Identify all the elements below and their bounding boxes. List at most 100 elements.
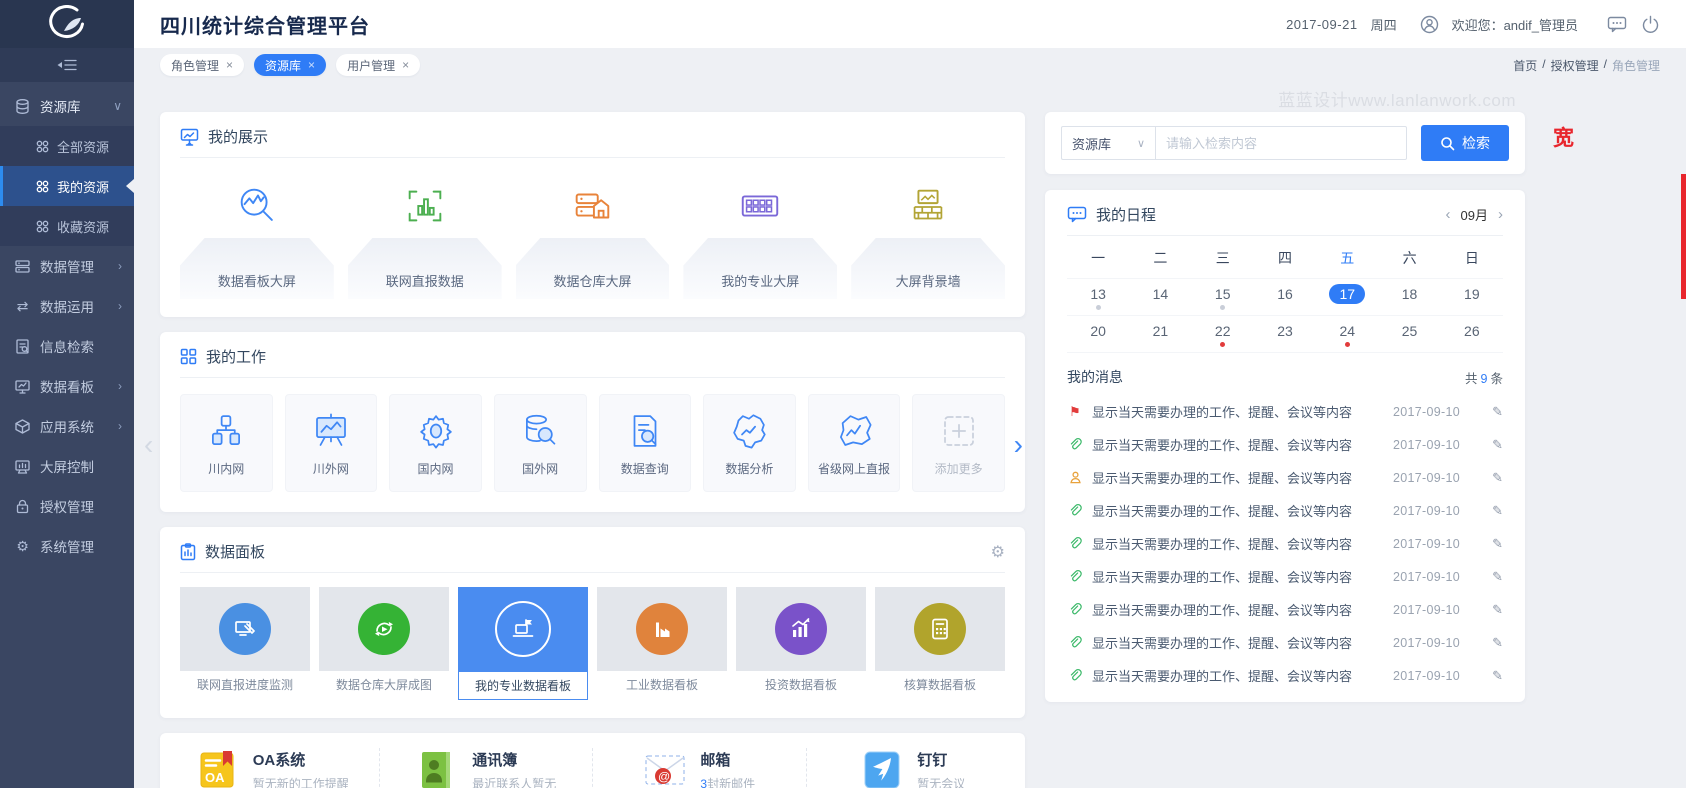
sidebar-item-authorization[interactable]: 授权管理 — [0, 486, 134, 526]
message-row[interactable]: 显示当天需要办理的工作、提醒、会议等内容 2017-09-10 ✎ — [1067, 593, 1503, 626]
sync-play-icon — [358, 603, 410, 655]
sidebar-item-data-application[interactable]: ⇄ 数据运用 › — [0, 286, 134, 326]
calendar-day[interactable]: 13 — [1067, 279, 1129, 315]
page-title: 四川统计综合管理平台 — [160, 10, 370, 39]
calendar-month: 09月 — [1461, 205, 1488, 224]
breadcrumb-authorization[interactable]: 授权管理 — [1551, 57, 1599, 74]
display-card-dashboard-screen[interactable]: 数据看板大屏 — [180, 174, 334, 299]
sidebar-item-system-management[interactable]: ⚙ 系统管理 — [0, 526, 134, 566]
search-category-select[interactable]: 资源库 ∨ — [1061, 126, 1155, 160]
close-icon[interactable]: × — [226, 58, 233, 72]
bar-scan-icon — [348, 174, 502, 238]
panel-card-my-professional-dashboard[interactable]: 我的专业数据看板 — [458, 587, 588, 700]
tab-role-management[interactable]: 角色管理 × — [160, 54, 244, 76]
work-item-add-more[interactable]: 添加更多 — [912, 394, 1005, 492]
sidebar-item-resource-library[interactable]: 资源库 ∨ — [0, 86, 134, 126]
message-row[interactable]: 显示当天需要办理的工作、提醒、会议等内容 2017-09-10 ✎ — [1067, 494, 1503, 527]
org-chart-icon — [205, 410, 247, 452]
edit-pencil-icon[interactable]: ✎ — [1469, 536, 1503, 552]
message-row[interactable]: 显示当天需要办理的工作、提醒、会议等内容 2017-09-10 ✎ — [1067, 560, 1503, 593]
edit-pencil-icon[interactable]: ✎ — [1469, 668, 1503, 684]
add-icon — [938, 410, 980, 452]
paperclip-icon — [1067, 438, 1083, 452]
work-item-sichuan-intranet[interactable]: 川内网 — [180, 394, 273, 492]
panel-card-online-report-monitor[interactable]: 联网直报进度监测 — [180, 587, 310, 700]
calendar-day[interactable]: 22 — [1192, 316, 1254, 352]
power-icon[interactable] — [1641, 15, 1660, 34]
edit-pencil-icon[interactable]: ✎ — [1469, 470, 1503, 486]
close-icon[interactable]: × — [308, 58, 315, 72]
calendar-day[interactable]: 14 — [1129, 279, 1191, 315]
calendar-day[interactable]: 19 — [1441, 279, 1503, 315]
panel-card-investment-data[interactable]: 投资数据看板 — [736, 587, 866, 700]
calendar-day[interactable]: 20 — [1067, 316, 1129, 352]
watermark: 蓝蓝设计www.lanlanwork.com — [1278, 86, 1516, 111]
laptop-flag-icon — [495, 601, 551, 657]
work-item-data-analysis[interactable]: 数据分析 — [703, 394, 796, 492]
sidebar-item-info-retrieval[interactable]: 信息检索 — [0, 326, 134, 366]
monitor-edit-icon — [219, 603, 271, 655]
message-row[interactable]: ⚑ 显示当天需要办理的工作、提醒、会议等内容 2017-09-10 ✎ — [1067, 395, 1503, 428]
calendar-next-button[interactable]: › — [1498, 206, 1503, 223]
message-bubble-icon[interactable] — [1607, 16, 1628, 33]
sidebar-item-big-screen-control[interactable]: 大屏控制 — [0, 446, 134, 486]
message-row[interactable]: 显示当天需要办理的工作、提醒、会议等内容 2017-09-10 ✎ — [1067, 428, 1503, 461]
work-item-data-query[interactable]: 数据查询 — [599, 394, 692, 492]
user-avatar-icon[interactable] — [1420, 15, 1439, 34]
sidebar-item-data-management[interactable]: 数据管理 › — [0, 246, 134, 286]
sidebar-item-my-resources[interactable]: 我的资源 — [0, 166, 134, 206]
message-row[interactable]: 显示当天需要办理的工作、提醒、会议等内容 2017-09-10 ✎ — [1067, 527, 1503, 560]
calendar-prev-button[interactable]: ‹ — [1446, 206, 1451, 223]
display-card-background-wall[interactable]: 大屏背景墙 — [851, 174, 1005, 299]
edit-pencil-icon[interactable]: ✎ — [1469, 437, 1503, 453]
work-item-sichuan-extranet[interactable]: 川外网 — [285, 394, 378, 492]
tab-user-management[interactable]: 用户管理 × — [336, 54, 420, 76]
panel-settings-gear-icon[interactable]: ⚙ — [991, 542, 1005, 562]
panel-card-warehouse-chart[interactable]: 数据仓库大屏成图 — [319, 587, 449, 700]
work-item-domestic-network[interactable]: 国内网 — [389, 394, 482, 492]
sidebar-collapse-button[interactable] — [0, 48, 134, 82]
display-card-my-professional-screen[interactable]: 我的专业大屏 — [683, 174, 837, 299]
quick-link-dingtalk[interactable]: 钉钉 暂无会议 — [807, 748, 1020, 788]
sidebar-item-data-board[interactable]: 数据看板 › — [0, 366, 134, 406]
edit-pencil-icon[interactable]: ✎ — [1469, 569, 1503, 585]
edit-pencil-icon[interactable]: ✎ — [1469, 635, 1503, 651]
calendar-day[interactable]: 26 — [1441, 316, 1503, 352]
edit-pencil-icon[interactable]: ✎ — [1469, 503, 1503, 519]
close-icon[interactable]: × — [402, 58, 409, 72]
clipboard-icon — [180, 543, 196, 561]
breadcrumb-home[interactable]: 首页 — [1513, 57, 1537, 74]
tab-resource-library[interactable]: 资源库 × — [254, 54, 326, 76]
chevron-right-icon: › — [118, 299, 122, 313]
edit-pencil-icon[interactable]: ✎ — [1469, 602, 1503, 618]
work-scroll-left-button[interactable]: ‹ — [144, 431, 153, 459]
calendar-day[interactable]: 16 — [1254, 279, 1316, 315]
quick-link-oa-system[interactable]: OA OA系统 暂无新的工作提醒 — [166, 748, 380, 788]
calendar-day[interactable]: 24 — [1316, 316, 1378, 352]
search-button[interactable]: 检索 — [1421, 125, 1509, 161]
sidebar-item-application-system[interactable]: 应用系统 › — [0, 406, 134, 446]
calendar-day[interactable]: 15 — [1192, 279, 1254, 315]
message-row[interactable]: 显示当天需要办理的工作、提醒、会议等内容 2017-09-10 ✎ — [1067, 461, 1503, 494]
search-input[interactable] — [1155, 126, 1407, 160]
work-scroll-right-button[interactable]: › — [1014, 431, 1023, 459]
calendar-day[interactable]: 23 — [1254, 316, 1316, 352]
sidebar-item-all-resources[interactable]: 全部资源 — [0, 126, 134, 166]
work-item-provincial-online-report[interactable]: 省级网上直报 — [808, 394, 901, 492]
message-row[interactable]: 显示当天需要办理的工作、提醒、会议等内容 2017-09-10 ✎ — [1067, 659, 1503, 692]
calendar-day[interactable]: 25 — [1378, 316, 1440, 352]
display-card-online-report-data[interactable]: 联网直报数据 — [348, 174, 502, 299]
panel-card-accounting-data[interactable]: 核算数据看板 — [875, 587, 1005, 700]
quick-link-contacts[interactable]: 通讯簿 最近联系人暂无 — [380, 748, 594, 788]
edit-pencil-icon[interactable]: ✎ — [1469, 404, 1503, 420]
work-item-foreign-network[interactable]: 国外网 — [494, 394, 587, 492]
display-card-data-warehouse-screen[interactable]: 数据仓库大屏 — [516, 174, 670, 299]
calendar-day[interactable]: 21 — [1129, 316, 1191, 352]
sidebar-item-favorite-resources[interactable]: 收藏资源 — [0, 206, 134, 246]
panel-card-industrial-data[interactable]: 工业数据看板 — [597, 587, 727, 700]
message-row[interactable]: 显示当天需要办理的工作、提醒、会议等内容 2017-09-10 ✎ — [1067, 626, 1503, 659]
calendar-day[interactable]: 18 — [1378, 279, 1440, 315]
calendar-day-selected[interactable]: 17 — [1316, 279, 1378, 315]
doc-search-icon — [624, 410, 666, 452]
quick-link-mail[interactable]: @ 邮箱 3封新邮件 — [593, 748, 807, 788]
